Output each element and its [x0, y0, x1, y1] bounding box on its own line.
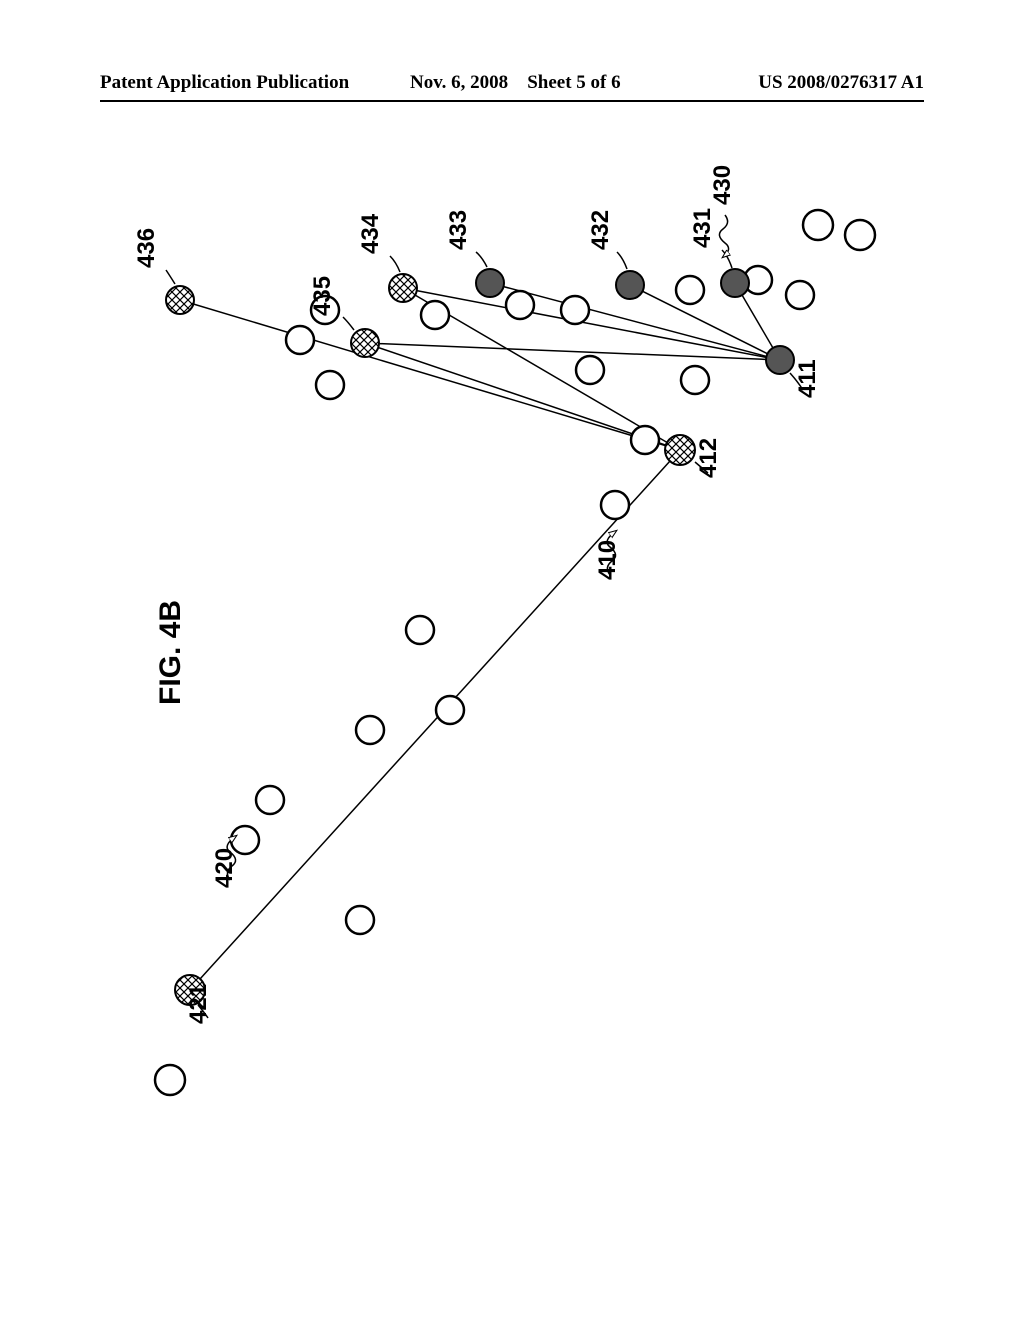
node-open [681, 366, 709, 394]
label-433: 433 [445, 210, 472, 250]
node-open [845, 220, 875, 250]
label-430: 430 [709, 165, 736, 205]
node-open [346, 906, 374, 934]
node-open [436, 696, 464, 724]
node-open [406, 616, 434, 644]
node-open [356, 716, 384, 744]
figure-4b: 430 431 432 433 434 435 436 411 412 410 … [90, 160, 940, 1220]
node-436 [166, 286, 194, 314]
label-421: 421 [185, 984, 212, 1024]
label-410: 410 [594, 540, 621, 580]
node-435 [351, 329, 379, 357]
edge-412-421 [190, 450, 680, 990]
label-436: 436 [133, 228, 160, 268]
node-open [576, 356, 604, 384]
node-411 [766, 346, 794, 374]
lead-433 [476, 252, 487, 267]
label-432: 432 [587, 210, 614, 250]
header-pubnumber: US 2008/0276317 A1 [758, 72, 924, 94]
unlabeled-nodes [155, 210, 875, 1095]
node-open [676, 276, 704, 304]
header-sheet: Sheet 5 of 6 [527, 72, 620, 93]
lead-436 [166, 270, 175, 284]
edge-411-435 [365, 343, 780, 360]
node-open [786, 281, 814, 309]
node-open [421, 301, 449, 329]
label-431: 431 [689, 208, 716, 248]
label-411: 411 [794, 359, 821, 398]
node-open [286, 326, 314, 354]
lead-434 [390, 256, 400, 272]
lead-432 [617, 252, 627, 269]
header-date-sheet: Nov. 6, 2008 Sheet 5 of 6 [410, 72, 621, 94]
label-412: 412 [695, 438, 722, 478]
node-open [601, 491, 629, 519]
edge-411-434 [403, 288, 780, 360]
figure-label: FIG. 4B [154, 600, 187, 705]
node-open [506, 291, 534, 319]
lead-lines [166, 250, 803, 1018]
node-open [561, 296, 589, 324]
node-open [803, 210, 833, 240]
arrow-430 [719, 215, 728, 257]
label-434: 434 [357, 213, 384, 254]
node-412 [665, 435, 695, 465]
group-arrows [227, 215, 728, 880]
node-open [155, 1065, 185, 1095]
label-435: 435 [309, 276, 336, 316]
node-434 [389, 274, 417, 302]
header-rule [100, 100, 924, 102]
header-publication: Patent Application Publication [100, 72, 349, 94]
lead-435 [343, 317, 354, 330]
node-open [316, 371, 344, 399]
labels: 430 431 432 433 434 435 436 411 412 410 … [133, 165, 821, 1024]
node-open [631, 426, 659, 454]
header-date: Nov. 6, 2008 [410, 72, 508, 93]
node-431 [721, 269, 749, 297]
node-433 [476, 269, 504, 297]
node-432 [616, 271, 644, 299]
label-420: 420 [211, 848, 238, 888]
node-open [256, 786, 284, 814]
